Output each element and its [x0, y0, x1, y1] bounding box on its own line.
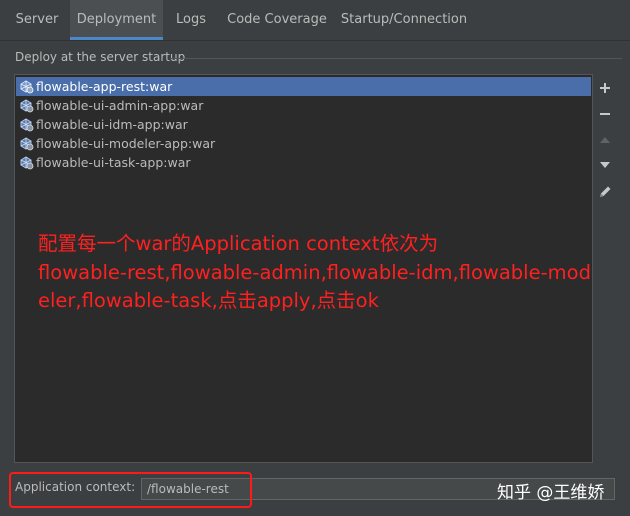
edit-button[interactable]: [594, 181, 616, 203]
move-up-icon: [600, 137, 610, 143]
tab-bar: Server Deployment Logs Code Coverage Sta…: [0, 0, 630, 41]
move-down-button[interactable]: [594, 154, 616, 176]
artifact-icon: [20, 118, 34, 132]
list-item[interactable]: flowable-app-rest:war: [16, 77, 591, 96]
list-item-label: flowable-ui-admin-app:war: [36, 98, 204, 113]
list-item[interactable]: flowable-ui-idm-app:war: [16, 115, 591, 134]
tab-code-coverage[interactable]: Code Coverage: [222, 0, 332, 40]
tab-server[interactable]: Server: [8, 0, 66, 40]
watermark: 知乎 @王维娇: [497, 483, 605, 503]
pencil-icon: [600, 186, 611, 197]
add-button[interactable]: [594, 77, 616, 99]
list-item-label: flowable-ui-modeler-app:war: [36, 136, 216, 151]
deploy-group-title: Deploy at the server startup: [15, 50, 186, 64]
tab-startup-connection[interactable]: Startup/Connection: [340, 0, 468, 40]
annotation-line: flowable-rest,flowable-admin,flowable-id…: [38, 260, 591, 284]
list-item-label: flowable-ui-idm-app:war: [36, 117, 188, 132]
list-item[interactable]: flowable-ui-task-app:war: [16, 153, 591, 172]
application-context-label: Application context:: [15, 480, 136, 494]
tab-logs[interactable]: Logs: [168, 0, 214, 40]
list-item[interactable]: flowable-ui-modeler-app:war: [16, 134, 591, 153]
list-item[interactable]: flowable-ui-admin-app:war: [16, 96, 591, 115]
artifact-icon: [20, 137, 34, 151]
annotation-line: 配置每一个war的Application context依次为: [38, 232, 439, 255]
plus-icon: [600, 83, 610, 93]
artifact-icon: [20, 80, 34, 94]
annotation-text: 配置每一个war的Application context依次为 flowable…: [38, 230, 628, 316]
annotation-line: eler,flowable-task,点击apply,点击ok: [38, 289, 379, 312]
list-item-label: flowable-app-rest:war: [36, 79, 173, 94]
list-item-label: flowable-ui-task-app:war: [36, 155, 191, 170]
move-up-button[interactable]: [594, 129, 616, 151]
artifact-icon: [20, 156, 34, 170]
group-separator: [170, 58, 622, 59]
minus-icon: [600, 113, 610, 115]
move-down-icon: [600, 162, 610, 168]
remove-button[interactable]: [594, 103, 616, 125]
artifact-icon: [20, 99, 34, 113]
tab-deployment[interactable]: Deployment: [70, 0, 163, 40]
